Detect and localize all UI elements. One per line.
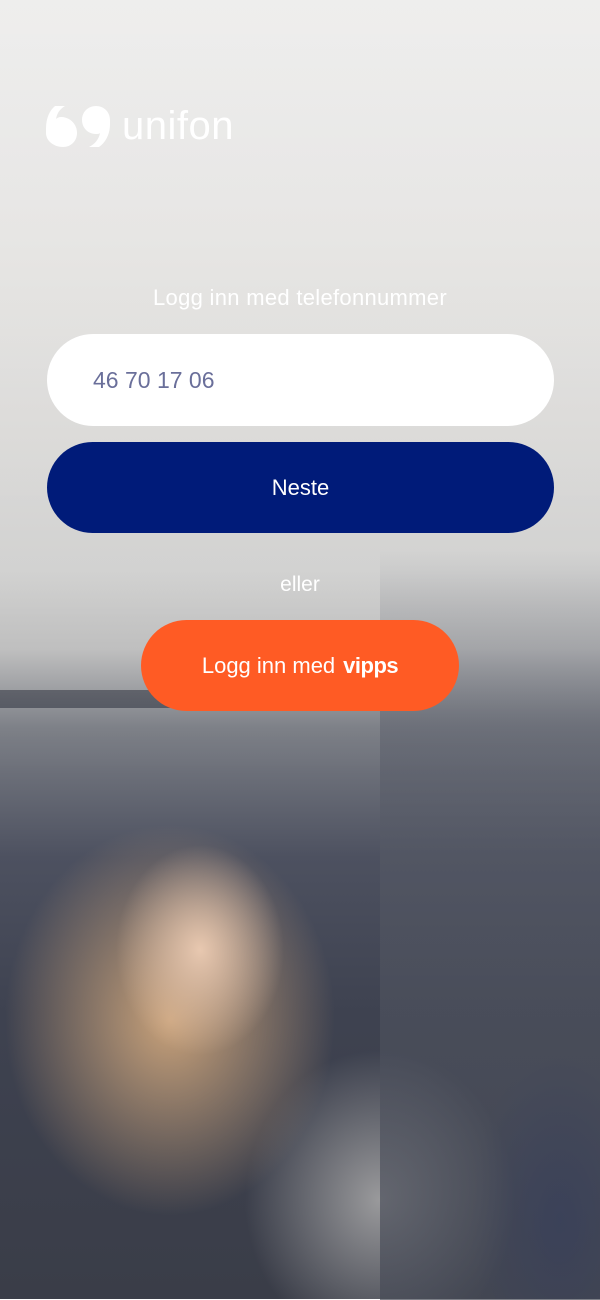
- vipps-button-label: Logg inn med: [201, 652, 336, 678]
- vipps-login-button[interactable]: Logg inn med vipps: [141, 620, 459, 711]
- login-prompt: Logg inn med telefonnummer: [153, 285, 447, 310]
- vipps-logo-icon: vipps: [343, 652, 399, 678]
- next-button-label: Neste: [271, 474, 330, 500]
- next-button[interactable]: Neste: [47, 442, 554, 533]
- quote-marks-logo-icon: [46, 106, 110, 147]
- phone-number-input[interactable]: [47, 334, 554, 426]
- brand-name: unifon: [122, 104, 234, 148]
- brand-logo: unifon: [46, 104, 234, 148]
- or-separator: eller: [280, 573, 320, 596]
